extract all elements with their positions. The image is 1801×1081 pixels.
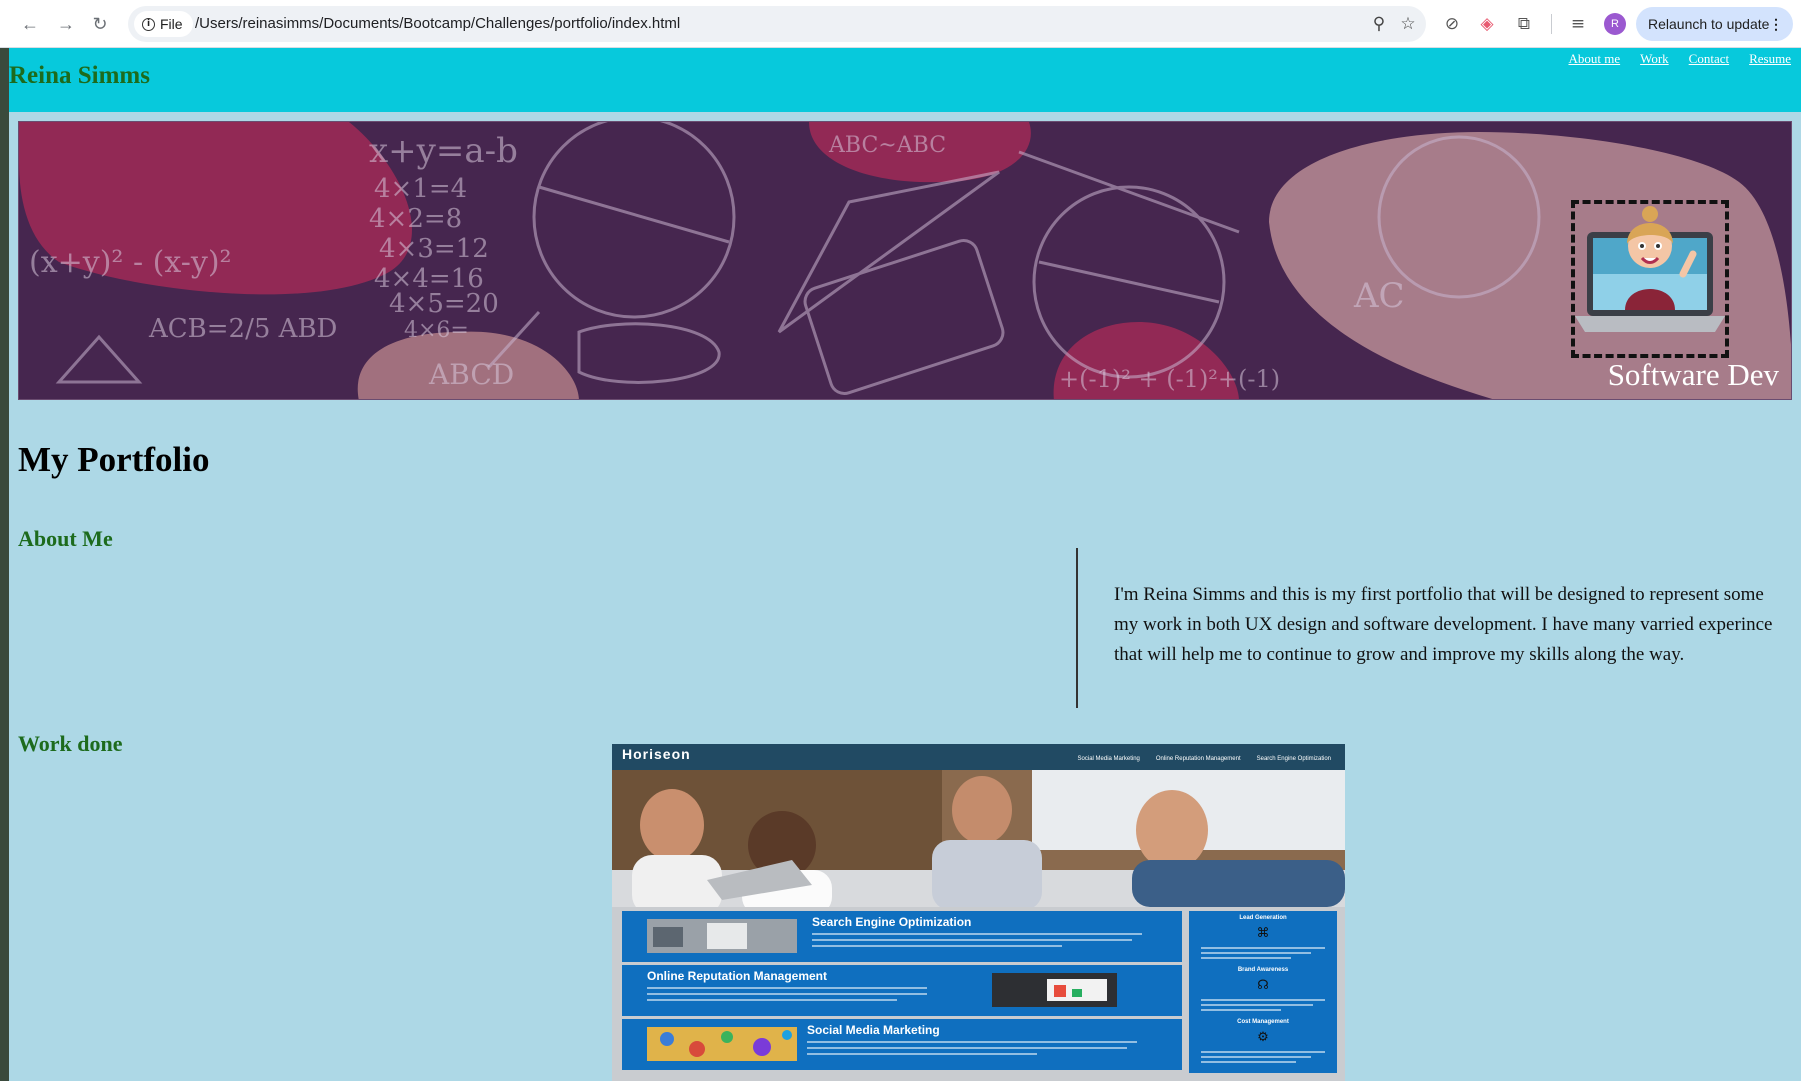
brand-awareness-icon: ☊ [1257, 978, 1269, 993]
work-project-screenshot[interactable]: Horiseon Social Media Marketing Online R… [612, 744, 1345, 1081]
project-card: Social Media Marketing [622, 1019, 1182, 1070]
lead-generation-icon: ⌘ [1256, 926, 1270, 941]
nav-link-about[interactable]: About me [1568, 51, 1620, 67]
nav-link-resume[interactable]: Resume [1749, 51, 1791, 67]
toolbar-divider [1551, 14, 1552, 34]
nav-link-work[interactable]: Work [1640, 51, 1669, 67]
project-card: Search Engine Optimization [622, 911, 1182, 962]
site-name: Reina Simms [9, 62, 150, 89]
relaunch-button[interactable]: Relaunch to update ⋮ [1636, 7, 1793, 41]
site-nav: About me Work Contact Resume [1568, 51, 1791, 67]
about-divider [1076, 548, 1078, 708]
svg-text:x+y=a-b: x+y=a-b [369, 131, 518, 171]
about-text-line: I'm Reina Simms and this is my first por… [1114, 584, 1764, 605]
svg-text:4×5=20: 4×5=20 [389, 289, 499, 319]
svg-text:4×2=8: 4×2=8 [369, 204, 462, 234]
about-text-line: my work in both UX design and software d… [1114, 614, 1773, 635]
forward-arrow-icon[interactable]: → [54, 12, 78, 36]
project-logo: Horiseon [622, 746, 691, 762]
project-nav: Social Media Marketing Online Reputation… [1078, 756, 1331, 762]
svg-text:ABCD: ABCD [428, 358, 514, 391]
svg-text:ABC~ABC: ABC~ABC [828, 133, 946, 158]
hero-caption: Software Dev [1607, 357, 1779, 392]
profile-avatar[interactable]: R [1604, 13, 1626, 35]
avatar-frame [1571, 200, 1729, 358]
project-side-title: Brand Awareness [1237, 967, 1289, 973]
site-info-chip[interactable]: i File [134, 11, 193, 37]
back-arrow-icon[interactable]: ← [18, 12, 42, 36]
project-card-title: Social Media Marketing [807, 1023, 940, 1037]
cost-management-icon: ⚙ [1257, 1030, 1269, 1045]
svg-text:+(-1)² + (-1)²+(-1): +(-1)² + (-1)²+(-1) [1059, 365, 1280, 393]
math-background-art: x+y=a-b 4×1=4 4×2=8 4×3=12 4×4=16 4×5=20… [19, 122, 1791, 399]
page-viewport: Reina Simms About me Work Contact Resume [9, 48, 1801, 1081]
project-nav-item: Search Engine Optimization [1256, 756, 1331, 762]
svg-text:4×3=12: 4×3=12 [379, 234, 489, 264]
svg-text:4×1=4: 4×1=4 [374, 174, 467, 204]
relaunch-label: Relaunch to update [1648, 16, 1770, 32]
site-header: Reina Simms About me Work Contact Resume [9, 48, 1801, 112]
page-title: My Portfolio [18, 440, 210, 479]
info-icon: i [142, 17, 155, 31]
svg-text:(x+y)² - (x-y)²: (x+y)² - (x-y)² [29, 245, 232, 280]
project-header: Horiseon Social Media Marketing Online R… [612, 744, 1345, 770]
project-side-title: Cost Management [1237, 1019, 1289, 1025]
project-hero-photo [612, 770, 1345, 907]
svg-text:ACB=2/5 ABD: ACB=2/5 ABD [148, 314, 337, 344]
project-side-title: Lead Generation [1239, 915, 1287, 921]
project-nav-item: Online Reputation Management [1155, 756, 1241, 762]
more-menu-icon[interactable]: ⋮ [1769, 7, 1783, 41]
file-chip-label: File [160, 16, 183, 32]
project-sidebar: Lead Generation ⌘ Brand Awareness ☊ Cost… [1189, 911, 1337, 1073]
media-queue-icon[interactable]: ≡ [1566, 12, 1590, 36]
star-icon[interactable]: ☆ [1396, 12, 1420, 36]
project-card: Online Reputation Management [622, 965, 1182, 1016]
project-nav-item: Social Media Marketing [1077, 756, 1140, 762]
project-card-title: Search Engine Optimization [812, 915, 972, 929]
puzzle-icon[interactable]: ⧉ [1512, 12, 1536, 36]
svg-text:4×6=: 4×6= [404, 318, 469, 343]
zoom-icon[interactable]: ⚲ [1367, 12, 1391, 36]
about-text-line: that will help me to continue to grow an… [1114, 644, 1685, 665]
project-card-title: Online Reputation Management [647, 969, 828, 983]
about-text: I'm Reina Simms and this is my first por… [1114, 580, 1801, 670]
extension-icon[interactable]: ⊘ [1440, 12, 1464, 36]
url-text[interactable]: /Users/reinasimms/Documents/Bootcamp/Cha… [195, 6, 680, 42]
work-heading: Work done [18, 731, 123, 756]
svg-text:AC: AC [1353, 276, 1405, 316]
laptop-avatar-image [1575, 206, 1725, 332]
extension-pin-icon[interactable]: ◈ [1475, 12, 1499, 36]
browser-toolbar: ← → ↻ i File /Users/reinasimms/Documents… [0, 0, 1801, 48]
reload-icon[interactable]: ↻ [88, 12, 112, 36]
hero-banner: x+y=a-b 4×1=4 4×2=8 4×3=12 4×4=16 4×5=20… [18, 121, 1792, 400]
nav-link-contact[interactable]: Contact [1689, 51, 1729, 67]
address-bar[interactable]: i File /Users/reinasimms/Documents/Bootc… [128, 6, 1426, 42]
about-heading: About Me [18, 526, 113, 551]
